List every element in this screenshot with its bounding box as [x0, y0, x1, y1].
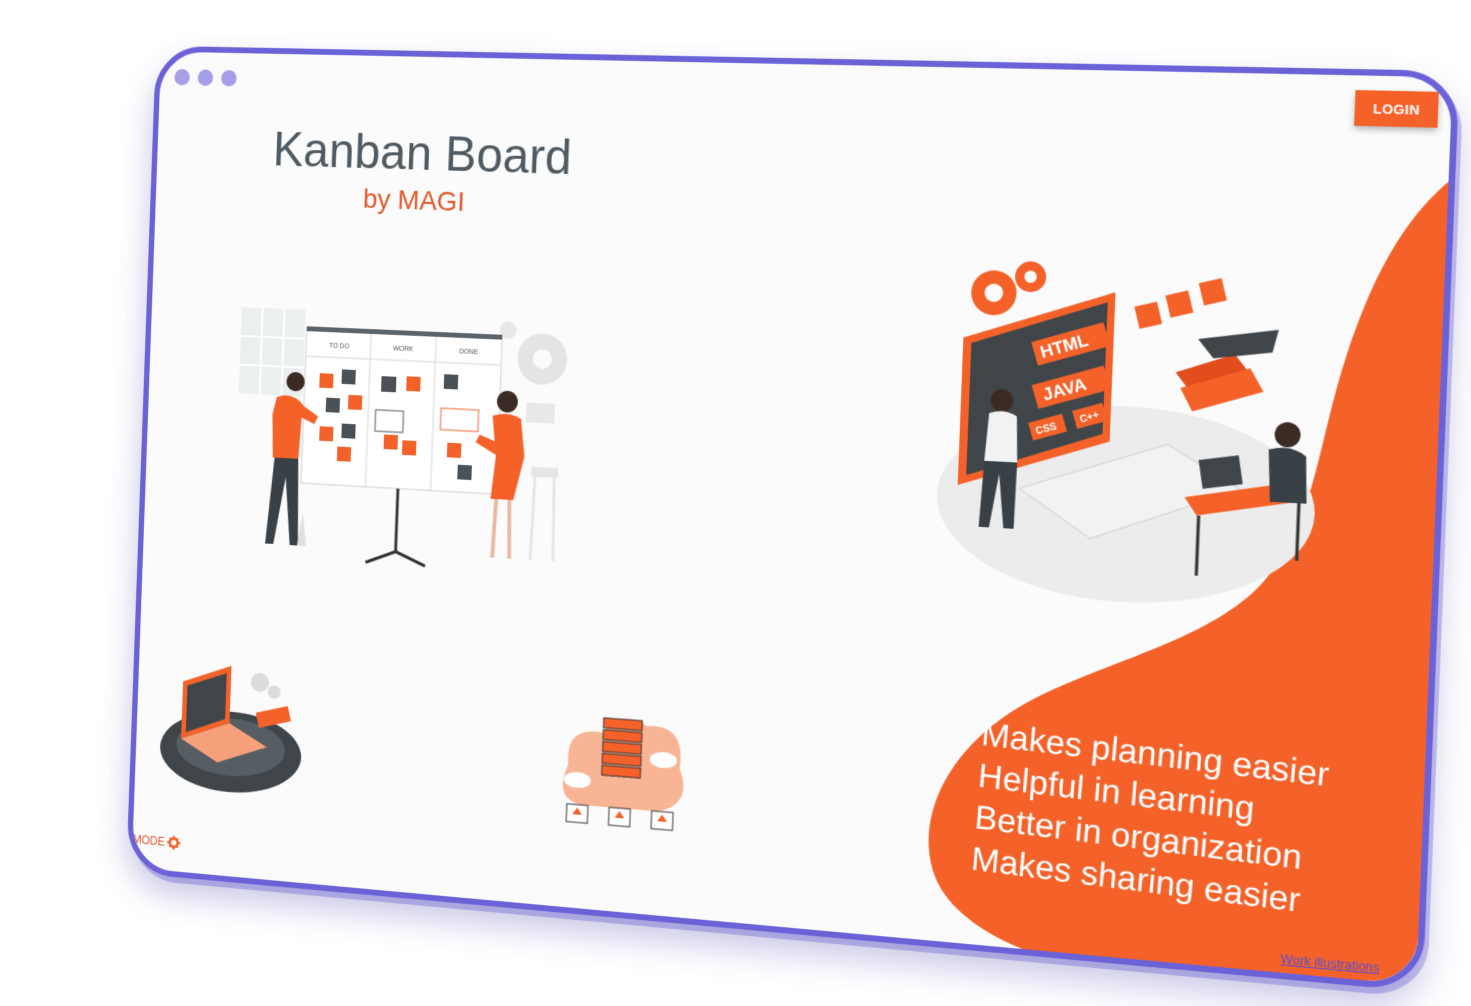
login-button[interactable]: LOGIN	[1354, 90, 1439, 128]
page-subtitle: by MAGI	[362, 183, 466, 217]
kanban-column-work: WORK	[393, 346, 414, 354]
laptop-illustration	[158, 662, 303, 799]
stage: LOGIN Kanban Board by MAGI TO DO WORK DO…	[0, 0, 1471, 1006]
window-dot-3[interactable]	[220, 69, 237, 87]
kanban-column-todo: TO DO	[329, 343, 350, 351]
window-dot-2[interactable]	[197, 69, 214, 87]
cloud-server-illustration	[562, 714, 686, 849]
page-title: Kanban Board	[272, 122, 573, 185]
sun-gear-icon	[166, 834, 182, 851]
mode-label: MODE	[132, 832, 166, 849]
mode-toggle[interactable]: MODE	[132, 831, 182, 851]
kanban-column-done: DONE	[459, 348, 479, 356]
window-controls	[174, 68, 237, 87]
browser-window: LOGIN Kanban Board by MAGI TO DO WORK DO…	[126, 45, 1460, 993]
coding-illustration: HTML JAVA CSS C++	[933, 260, 1319, 614]
kanban-illustration: TO DO WORK DONE	[233, 298, 569, 582]
window-dot-1[interactable]	[174, 68, 191, 86]
